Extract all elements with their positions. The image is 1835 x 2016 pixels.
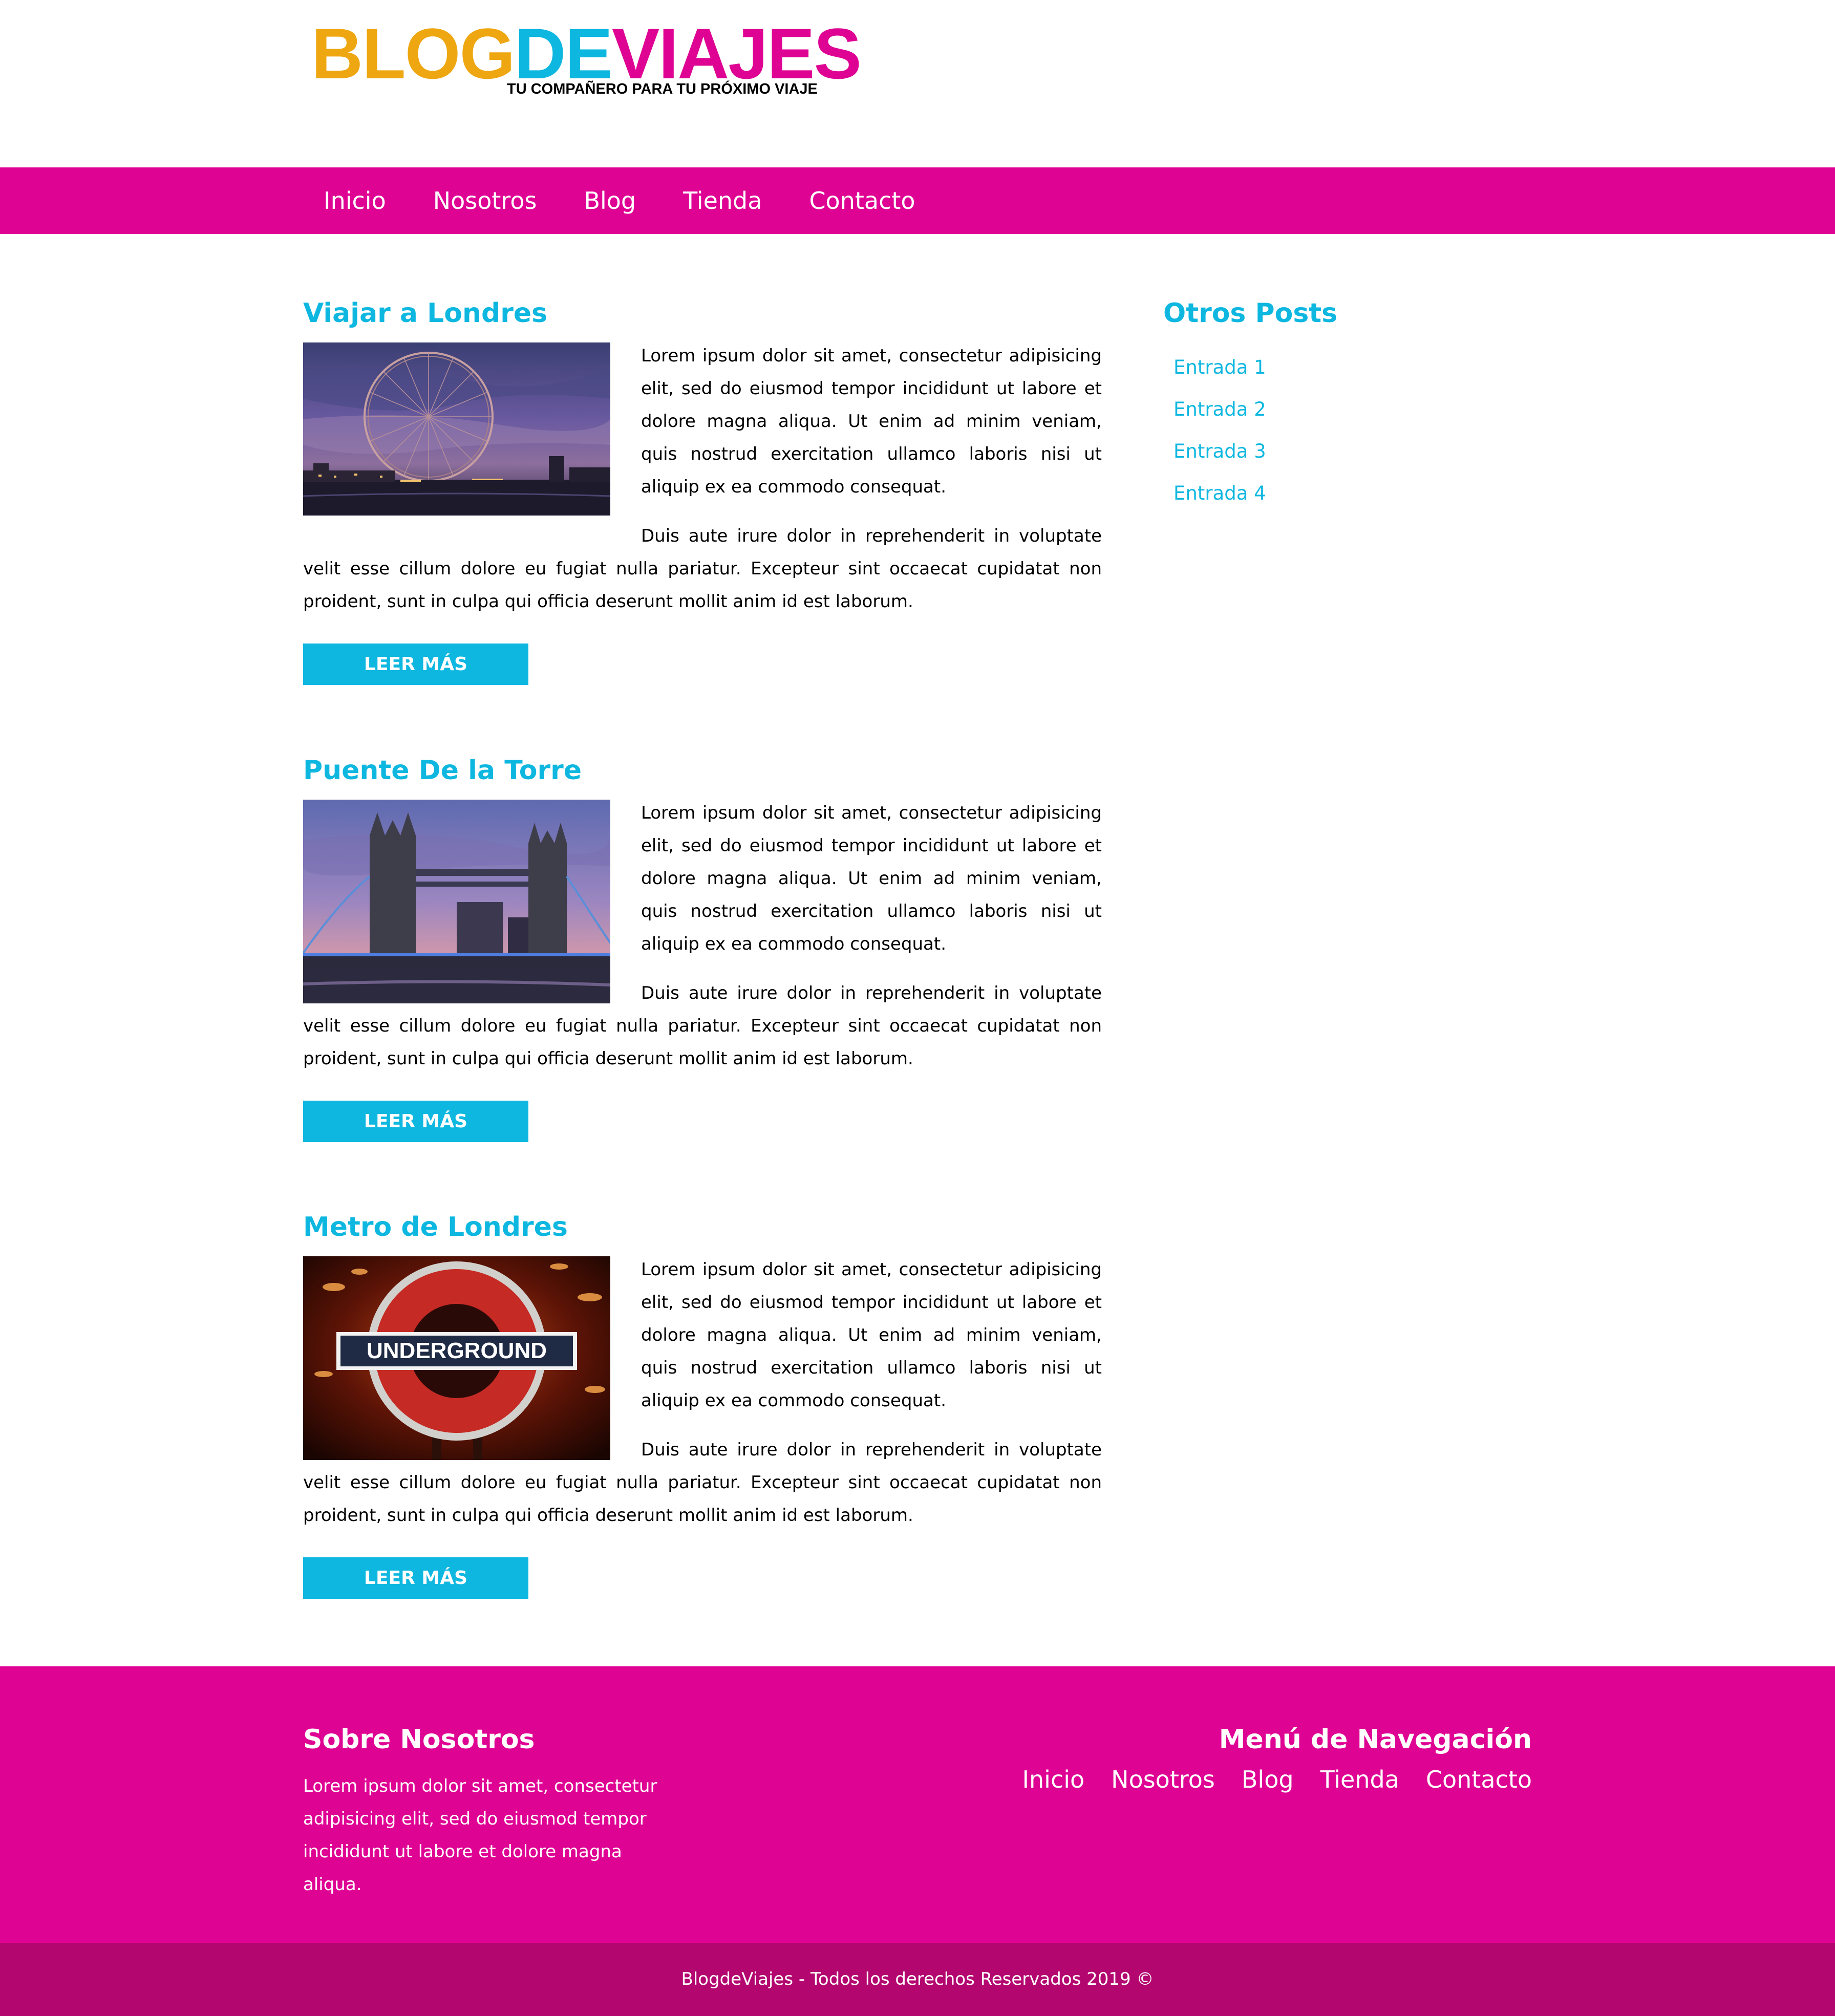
sidebar: Otros Posts Entrada 1 Entrada 2 Entrada … bbox=[1163, 295, 1522, 514]
sidebar-link-entrada-3[interactable]: Entrada 3 bbox=[1173, 431, 1522, 473]
nav-item-blog[interactable]: Blog bbox=[560, 187, 659, 215]
read-more-button[interactable]: LEER MÁS bbox=[303, 644, 528, 685]
post-title[interactable]: Metro de Londres bbox=[303, 1209, 1102, 1245]
post-title[interactable]: Puente De la Torre bbox=[303, 753, 1102, 788]
site-header: BLOGDEVIAJES TU COMPAÑERO PARA TU PRÓXIM… bbox=[0, 0, 1835, 167]
main-content: Viajar a Londres Lorem ipsum dolor sit a… bbox=[303, 234, 1532, 1666]
post-card: Puente De la Torre Lorem ipsum dolor sit… bbox=[303, 753, 1102, 1142]
nav-item-contacto[interactable]: Contacto bbox=[785, 187, 938, 215]
copyright-bar: BlogdeViajes - Todos los derechos Reserv… bbox=[0, 1943, 1835, 2016]
footer-about-text: Lorem ipsum dolor sit amet, consectetur … bbox=[303, 1776, 657, 1895]
site-footer: Sobre Nosotros Lorem ipsum dolor sit ame… bbox=[0, 1666, 1835, 1943]
post-paragraph: Duis aute irure dolor in reprehenderit i… bbox=[303, 526, 1102, 612]
read-more-button[interactable]: LEER MÁS bbox=[303, 1101, 528, 1142]
post-card: Metro de Londres UNDERGROUND Lorem ipsum… bbox=[303, 1209, 1102, 1599]
underground-sign-text: UNDERGROUND bbox=[367, 1338, 547, 1363]
main-nav: Inicio Nosotros Blog Tienda Contacto bbox=[0, 167, 1835, 234]
sidebar-link-entrada-4[interactable]: Entrada 4 bbox=[1173, 473, 1522, 514]
nav-item-tienda[interactable]: Tienda bbox=[659, 187, 785, 215]
underground-sign-photo[interactable]: UNDERGROUND bbox=[303, 1256, 610, 1460]
read-more-button[interactable]: LEER MÁS bbox=[303, 1557, 528, 1599]
footer-about-title: Sobre Nosotros bbox=[303, 1724, 535, 1755]
logo-wordmark: BLOGDEVIAJES bbox=[311, 13, 862, 94]
footer-nav-tienda[interactable]: Tienda bbox=[1320, 1766, 1399, 1793]
logo-tagline: TU COMPAÑERO PARA TU PRÓXIMO VIAJE bbox=[507, 81, 818, 97]
nav-item-inicio[interactable]: Inicio bbox=[303, 187, 410, 215]
footer-nav-inicio[interactable]: Inicio bbox=[1022, 1766, 1084, 1793]
sidebar-title: Otros Posts bbox=[1163, 298, 1338, 329]
post-title[interactable]: Viajar a Londres bbox=[303, 295, 1102, 331]
sidebar-link-entrada-2[interactable]: Entrada 2 bbox=[1173, 389, 1522, 431]
post-card: Viajar a Londres Lorem ipsum dolor sit a… bbox=[303, 295, 1102, 685]
footer-nav-title: Menú de Navegación bbox=[1219, 1724, 1532, 1755]
footer-nav-contacto[interactable]: Contacto bbox=[1426, 1766, 1532, 1793]
footer-nav-blog[interactable]: Blog bbox=[1242, 1766, 1294, 1793]
footer-nav-nosotros[interactable]: Nosotros bbox=[1111, 1766, 1215, 1793]
london-eye-photo[interactable] bbox=[303, 342, 610, 516]
footer-about: Sobre Nosotros Lorem ipsum dolor sit ame… bbox=[303, 1722, 682, 1901]
footer-nav: Menú de Navegación Inicio Nosotros Blog … bbox=[995, 1722, 1532, 1793]
site-logo[interactable]: BLOGDEVIAJES TU COMPAÑERO PARA TU PRÓXIM… bbox=[311, 13, 862, 98]
nav-item-nosotros[interactable]: Nosotros bbox=[410, 187, 561, 215]
tower-bridge-photo[interactable] bbox=[303, 800, 610, 1003]
sidebar-link-entrada-1[interactable]: Entrada 1 bbox=[1173, 347, 1522, 389]
